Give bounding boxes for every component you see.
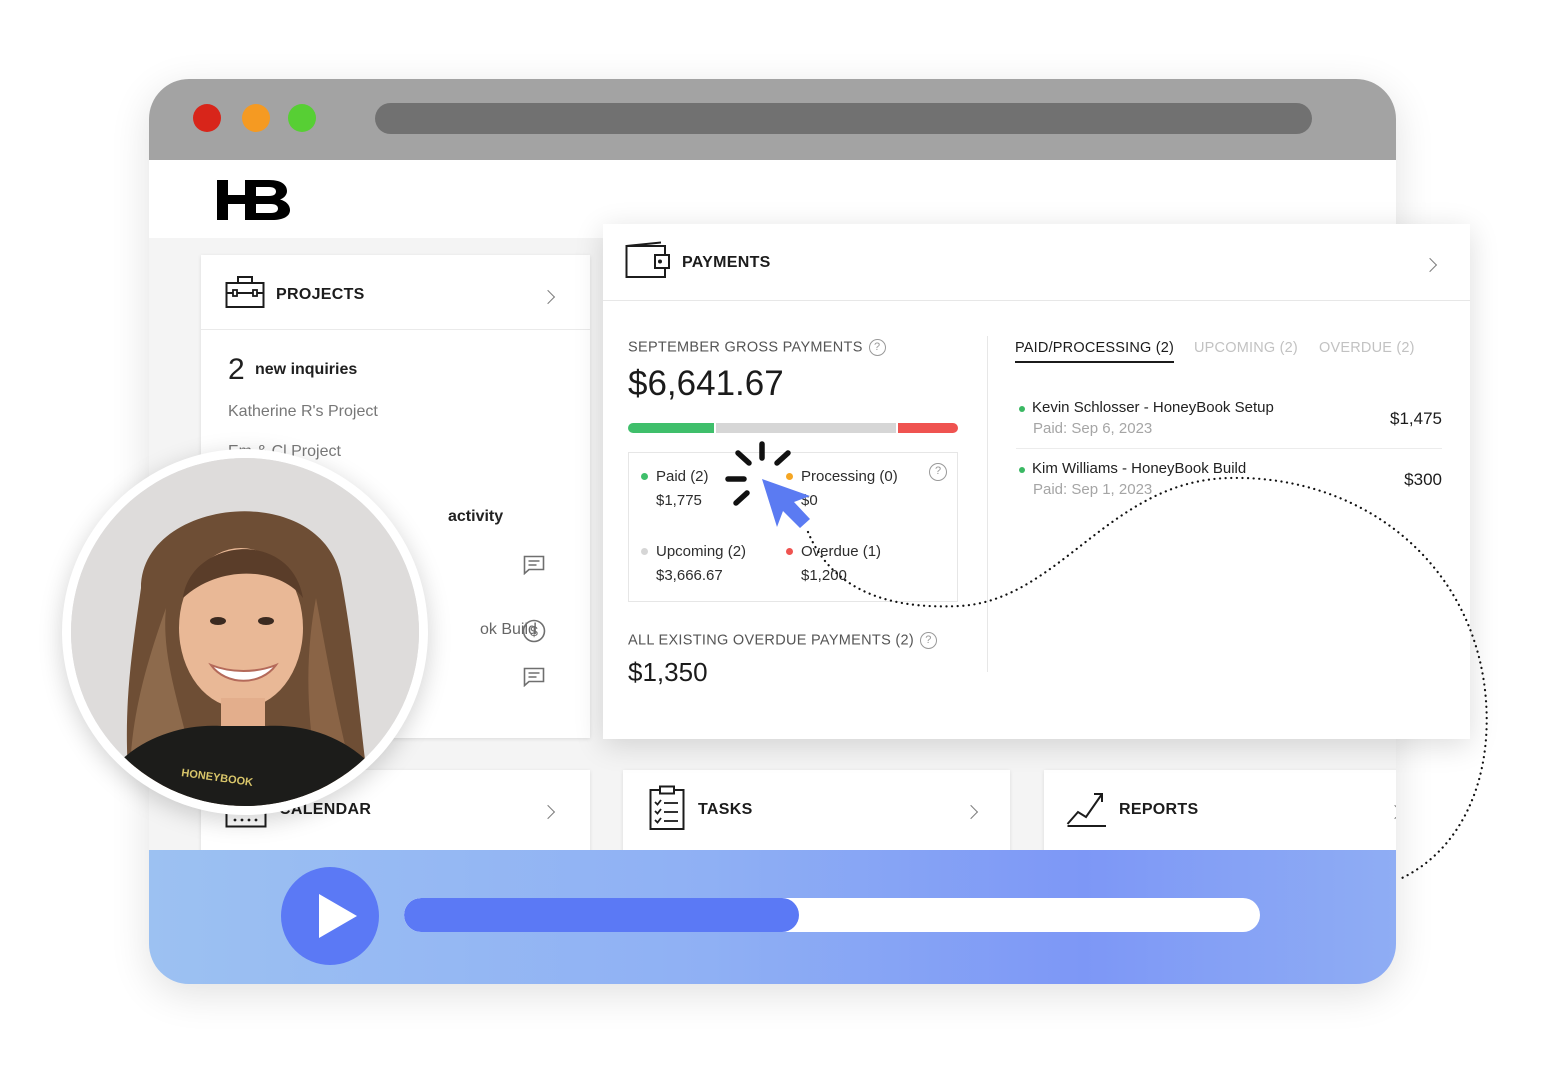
briefcase-icon <box>225 276 265 308</box>
paid-bullet <box>1019 406 1025 412</box>
reports-title: REPORTS <box>1119 801 1199 818</box>
help-icon[interactable]: ? <box>868 339 886 356</box>
new-inquiries-label: new inquiries <box>255 361 358 378</box>
dollar-icon: $ <box>522 619 546 643</box>
processing-stat[interactable]: Processing (0) <box>786 468 898 485</box>
payment-client: Kevin Schlosser - HoneyBook Setup <box>1032 399 1274 416</box>
video-progress-track[interactable] <box>404 898 1260 932</box>
processing-label: Processing (0) <box>801 468 898 485</box>
maximize-window-button[interactable] <box>288 104 316 132</box>
processing-value: $0 <box>801 492 818 509</box>
column-divider <box>987 336 988 672</box>
payment-date: Paid: Sep 1, 2023 <box>1033 481 1153 498</box>
overdue-label: Overdue (1) <box>801 543 882 560</box>
tab-paid-processing[interactable]: PAID/PROCESSING (2) <box>1015 340 1175 363</box>
clipboard-icon <box>649 785 685 830</box>
wallet-icon <box>625 241 670 278</box>
payment-row[interactable]: Kim Williams - HoneyBook Build Paid: Sep… <box>1016 460 1446 520</box>
payments-chevron-icon[interactable] <box>1422 257 1438 273</box>
row-divider <box>1016 448 1442 449</box>
paid-bar-segment <box>628 423 715 433</box>
paid-label: Paid (2) <box>656 468 709 485</box>
paid-bullet <box>641 472 648 480</box>
close-window-button[interactable] <box>193 104 221 132</box>
payments-title: PAYMENTS <box>682 254 771 271</box>
calendar-chevron-icon[interactable] <box>540 804 556 820</box>
help-icon[interactable]: ? <box>920 632 937 649</box>
upcoming-bar-segment <box>716 423 897 433</box>
paid-stat[interactable]: Paid (2) <box>641 468 709 485</box>
payments-card: PAYMENTS SEPTEMBER GROSS PAYMENTS? $6,64… <box>603 224 1470 739</box>
payment-row[interactable]: Kevin Schlosser - HoneyBook Setup Paid: … <box>1016 399 1446 459</box>
payment-amount: $300 <box>1404 470 1442 489</box>
upcoming-value: $3,666.67 <box>656 567 723 584</box>
activity-heading: activity <box>448 508 504 525</box>
projects-title: PROJECTS <box>276 286 365 303</box>
tasks-title: TASKS <box>698 801 753 818</box>
overdue-value: $1,200 <box>801 567 847 584</box>
message-icon <box>523 667 545 687</box>
trend-chart-icon <box>1066 793 1106 827</box>
all-overdue-amount: $1,350 <box>628 657 708 687</box>
reports-chevron-icon[interactable] <box>1387 804 1396 820</box>
tab-overdue[interactable]: OVERDUE (2) <box>1319 340 1415 356</box>
tasks-chevron-icon[interactable] <box>963 804 979 820</box>
overdue-bar-segment <box>898 423 958 433</box>
payment-amount: $1,475 <box>1390 409 1442 428</box>
payment-date: Paid: Sep 6, 2023 <box>1033 420 1153 437</box>
help-icon[interactable]: ? <box>929 463 947 481</box>
avatar: HONEYBOOK <box>62 449 428 815</box>
overdue-stat[interactable]: Overdue (1) <box>786 543 881 560</box>
play-button[interactable] <box>281 867 379 965</box>
upcoming-label: Upcoming (2) <box>656 543 747 560</box>
payment-stats-box: Paid (2) $1,775 Processing (0) $0 ? Upco… <box>628 452 958 602</box>
paid-bullet <box>1019 467 1025 473</box>
message-icon <box>523 555 545 575</box>
tab-upcoming[interactable]: UPCOMING (2) <box>1194 340 1298 356</box>
new-inquiries-count: 2 <box>228 353 245 386</box>
minimize-window-button[interactable] <box>242 104 270 132</box>
gross-payments-label: SEPTEMBER GROSS PAYMENTS? <box>628 339 886 356</box>
payments-divider <box>603 300 1470 301</box>
upcoming-stat[interactable]: Upcoming (2) <box>641 543 746 560</box>
all-overdue-label: ALL EXISTING OVERDUE PAYMENTS (2)? <box>628 632 937 649</box>
honeybook-logo[interactable] <box>217 180 291 220</box>
play-icon <box>319 894 357 938</box>
tasks-card[interactable]: TASKS <box>623 770 1010 860</box>
processing-bullet <box>786 472 793 480</box>
payment-client: Kim Williams - HoneyBook Build <box>1032 460 1247 477</box>
paid-value: $1,775 <box>656 492 702 509</box>
all-overdue-label-text: ALL EXISTING OVERDUE PAYMENTS (2) <box>628 632 914 649</box>
browser-titlebar <box>149 79 1396 160</box>
gross-payments-amount: $6,641.67 <box>628 364 784 403</box>
svg-text:$: $ <box>530 623 538 639</box>
address-bar[interactable] <box>375 103 1312 134</box>
projects-chevron-icon[interactable] <box>540 289 556 305</box>
upcoming-bullet <box>641 547 648 555</box>
video-player <box>149 850 1396 984</box>
video-progress-fill <box>404 898 800 932</box>
avatar-photo: HONEYBOOK <box>71 458 419 806</box>
overdue-bullet <box>786 547 793 555</box>
reports-card[interactable]: REPORTS <box>1044 770 1396 860</box>
project-item[interactable]: Katherine R's Project <box>228 403 378 421</box>
gross-payments-label-text: SEPTEMBER GROSS PAYMENTS <box>628 339 863 356</box>
projects-divider <box>201 329 590 330</box>
